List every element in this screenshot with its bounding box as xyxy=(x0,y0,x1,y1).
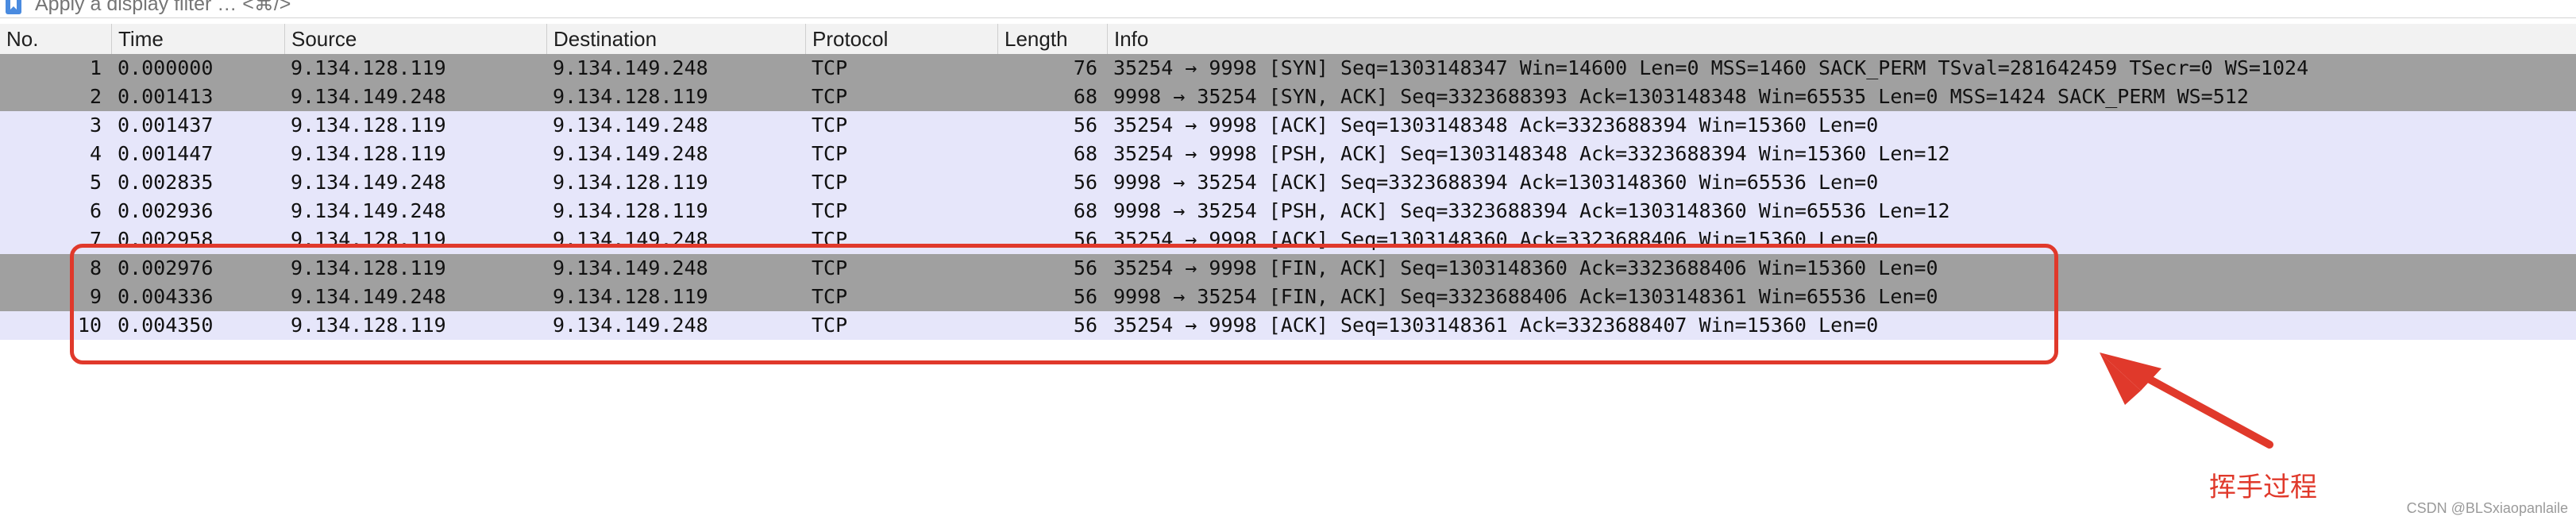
packet-time: 0.004336 xyxy=(118,285,214,308)
packet-no: 10 xyxy=(77,314,102,337)
packet-row[interactable]: 7 0.002958 9.134.128.119 9.134.149.248 TCP 56… xyxy=(0,225,2576,254)
packet-info: 35254 → 9998 [PSH, ACK] Seq=1303148348 A… xyxy=(1113,142,1950,165)
packet-length: 56 xyxy=(1073,256,1097,279)
packet-info: 9998 → 35254 [FIN, ACK] Seq=3323688406 A… xyxy=(1113,285,1938,308)
packet-destination: 9.134.149.248 xyxy=(553,56,708,79)
packet-length: 56 xyxy=(1073,114,1097,137)
packet-length: 56 xyxy=(1073,171,1097,194)
packet-info: 35254 → 9998 [ACK] Seq=1303148348 Ack=33… xyxy=(1113,114,1879,137)
packet-no: 1 xyxy=(89,56,102,79)
packet-no: 8 xyxy=(89,256,102,279)
packet-destination: 9.134.149.248 xyxy=(553,256,708,279)
packet-source: 9.134.128.119 xyxy=(291,314,446,337)
packet-no: 2 xyxy=(89,85,102,108)
column-header-protocol[interactable]: Protocol xyxy=(805,24,997,54)
packet-source: 9.134.149.248 xyxy=(291,171,446,194)
column-header-source[interactable]: Source xyxy=(284,24,546,54)
packet-no: 3 xyxy=(89,114,102,137)
packet-no: 4 xyxy=(89,142,102,165)
packet-row[interactable]: 6 0.002936 9.134.149.248 9.134.128.119 TCP 68… xyxy=(0,197,2576,225)
packet-time: 0.002936 xyxy=(118,199,214,222)
packet-no: 9 xyxy=(89,285,102,308)
packet-time: 0.002835 xyxy=(118,171,214,194)
packet-source: 9.134.128.119 xyxy=(291,228,446,251)
column-header-length[interactable]: Length xyxy=(997,24,1107,54)
packet-source: 9.134.149.248 xyxy=(291,85,446,108)
packet-no: 5 xyxy=(89,171,102,194)
packet-protocol: TCP xyxy=(812,142,848,165)
packet-row[interactable]: 5 0.002835 9.134.149.248 9.134.128.119 TCP 56… xyxy=(0,168,2576,197)
packet-protocol: TCP xyxy=(812,285,848,308)
packet-info: 35254 → 9998 [ACK] Seq=1303148361 Ack=33… xyxy=(1113,314,1879,337)
packet-list-header: No. Time Source Destination Protocol Len… xyxy=(0,24,2576,55)
packet-time: 0.001437 xyxy=(118,114,214,137)
packet-source: 9.134.149.248 xyxy=(291,199,446,222)
packet-destination: 9.134.149.248 xyxy=(553,114,708,137)
packet-time: 0.004350 xyxy=(118,314,214,337)
packet-source: 9.134.128.119 xyxy=(291,56,446,79)
packet-info: 35254 → 9998 [SYN] Seq=1303148347 Win=14… xyxy=(1113,56,2309,79)
display-filter-bar xyxy=(0,0,2576,18)
packet-length: 68 xyxy=(1073,142,1097,165)
packet-no: 6 xyxy=(89,199,102,222)
packet-list: 1 0.000000 9.134.128.119 9.134.149.248 TCP 76… xyxy=(0,54,2576,340)
packet-row[interactable]: 10 0.004350 9.134.128.119 9.134.149.248 TCP 5… xyxy=(0,311,2576,340)
packet-length: 56 xyxy=(1073,314,1097,337)
packet-row[interactable]: 2 0.001413 9.134.149.248 9.134.128.119 TCP 68… xyxy=(0,83,2576,111)
packet-protocol: TCP xyxy=(812,314,848,337)
packet-time: 0.001447 xyxy=(118,142,214,165)
packet-destination: 9.134.128.119 xyxy=(553,85,708,108)
packet-time: 0.001413 xyxy=(118,85,214,108)
packet-source: 9.134.149.248 xyxy=(291,285,446,308)
packet-source: 9.134.128.119 xyxy=(291,114,446,137)
packet-row[interactable]: 9 0.004336 9.134.149.248 9.134.128.119 TCP 56… xyxy=(0,283,2576,311)
bookmark-icon[interactable] xyxy=(5,0,22,14)
watermark: CSDN @BLSxiaopanlaile xyxy=(2406,500,2568,516)
packet-row[interactable]: 8 0.002976 9.134.128.119 9.134.149.248 TCP 56… xyxy=(0,254,2576,283)
packet-info: 9998 → 35254 [ACK] Seq=3323688394 Ack=13… xyxy=(1113,171,1879,194)
packet-destination: 9.134.128.119 xyxy=(553,171,708,194)
packet-info: 9998 → 35254 [PSH, ACK] Seq=3323688394 A… xyxy=(1113,199,1950,222)
packet-protocol: TCP xyxy=(812,228,848,251)
packet-length: 68 xyxy=(1073,199,1097,222)
packet-length: 68 xyxy=(1073,85,1097,108)
packet-destination: 9.134.149.248 xyxy=(553,228,708,251)
packet-length: 56 xyxy=(1073,285,1097,308)
packet-protocol: TCP xyxy=(812,114,848,137)
packet-destination: 9.134.149.248 xyxy=(553,142,708,165)
column-header-destination[interactable]: Destination xyxy=(546,24,805,54)
column-header-time[interactable]: Time xyxy=(111,24,284,54)
packet-no: 7 xyxy=(89,228,102,251)
column-header-info[interactable]: Info xyxy=(1107,24,2576,54)
packet-time: 0.002976 xyxy=(118,256,214,279)
packet-row[interactable]: 1 0.000000 9.134.128.119 9.134.149.248 TCP 76… xyxy=(0,54,2576,83)
packet-destination: 9.134.128.119 xyxy=(553,199,708,222)
packet-protocol: TCP xyxy=(812,85,848,108)
packet-protocol: TCP xyxy=(812,171,848,194)
packet-protocol: TCP xyxy=(812,256,848,279)
display-filter-input[interactable] xyxy=(35,0,2560,16)
packet-info: 9998 → 35254 [SYN, ACK] Seq=3323688393 A… xyxy=(1113,85,2249,108)
packet-destination: 9.134.149.248 xyxy=(553,314,708,337)
column-header-no[interactable]: No. xyxy=(0,24,111,54)
annotation-label: 挥手过程 xyxy=(2209,472,2317,503)
packet-info: 35254 → 9998 [FIN, ACK] Seq=1303148360 A… xyxy=(1113,256,1938,279)
packet-time: 0.000000 xyxy=(118,56,214,79)
packet-row[interactable]: 3 0.001437 9.134.128.119 9.134.149.248 TCP 56… xyxy=(0,111,2576,140)
packet-protocol: TCP xyxy=(812,199,848,222)
packet-time: 0.002958 xyxy=(118,228,214,251)
packet-protocol: TCP xyxy=(812,56,848,79)
packet-source: 9.134.128.119 xyxy=(291,142,446,165)
packet-length: 56 xyxy=(1073,228,1097,251)
packet-source: 9.134.128.119 xyxy=(291,256,446,279)
packet-row[interactable]: 4 0.001447 9.134.128.119 9.134.149.248 TCP 68… xyxy=(0,140,2576,168)
annotation-arrow-icon xyxy=(2100,353,2273,449)
packet-length: 76 xyxy=(1073,56,1097,79)
packet-info: 35254 → 9998 [ACK] Seq=1303148360 Ack=33… xyxy=(1113,228,1879,251)
packet-destination: 9.134.128.119 xyxy=(553,285,708,308)
